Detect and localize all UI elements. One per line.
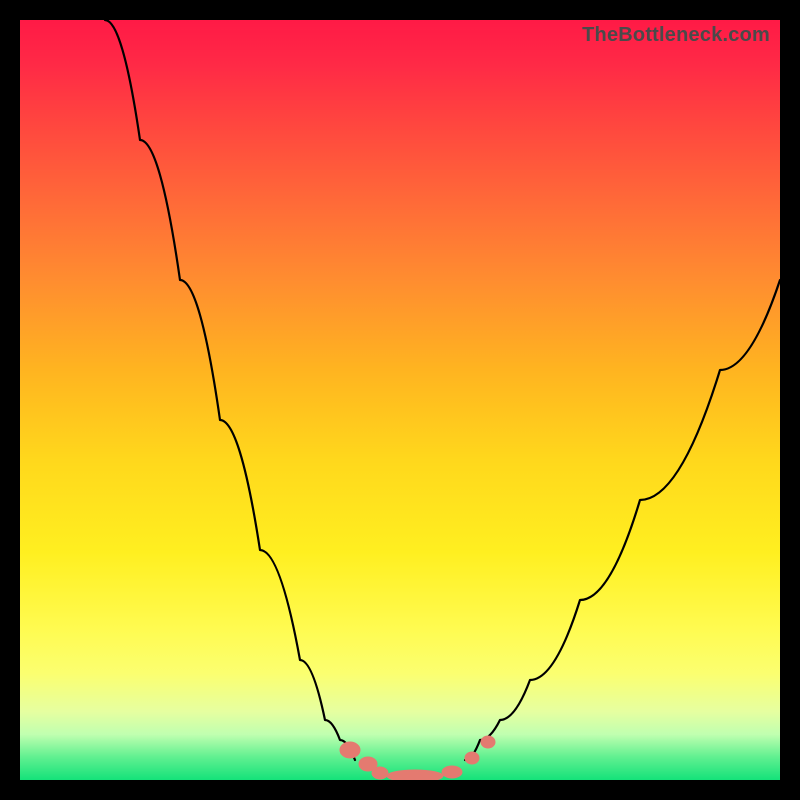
plot-area: TheBottleneck.com bbox=[20, 20, 780, 780]
marker-dot bbox=[372, 767, 388, 779]
marker-dot bbox=[340, 742, 360, 758]
watermark-text: TheBottleneck.com bbox=[582, 24, 770, 47]
curve-svg bbox=[20, 20, 780, 780]
marker-dot bbox=[387, 770, 443, 780]
marker-dot bbox=[481, 736, 495, 748]
curve-right bbox=[465, 280, 780, 760]
curve-left bbox=[105, 20, 355, 760]
marker-dot bbox=[465, 752, 479, 764]
marker-dot bbox=[442, 766, 462, 778]
marker-cluster bbox=[340, 736, 495, 780]
outer-frame: TheBottleneck.com bbox=[0, 0, 800, 800]
